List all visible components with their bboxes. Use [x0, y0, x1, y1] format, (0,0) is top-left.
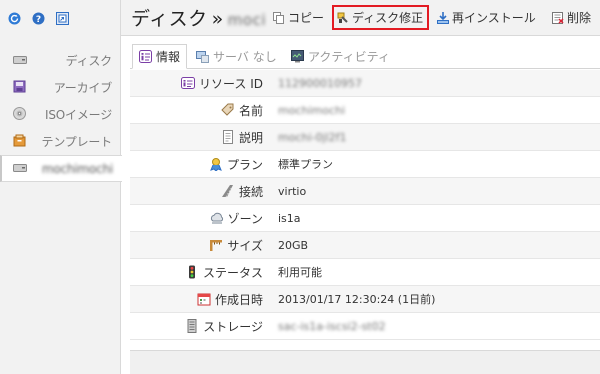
title-separator: » — [211, 8, 224, 30]
info-key: ストレージ — [130, 318, 263, 335]
sidebar-item-label: ISOイメージ — [45, 108, 112, 122]
sidebar-item-label: アーカイブ — [53, 81, 112, 95]
info-row-name: 名前 mochimochi — [130, 97, 600, 124]
server-icon — [196, 50, 209, 63]
delete-button[interactable]: 削除 — [552, 9, 591, 26]
copy-button[interactable]: コピー — [273, 9, 324, 26]
window-icon[interactable] — [56, 11, 69, 25]
sidebar-item-archive[interactable]: アーカイブ — [0, 74, 121, 101]
document-icon — [221, 130, 235, 144]
sidebar-item-label: テンプレート — [41, 135, 113, 149]
sidebar-item-mochimochi[interactable]: mochimochi — [0, 155, 122, 182]
tab-activity[interactable]: アクティビティ — [285, 45, 396, 68]
connection-icon — [221, 184, 235, 198]
info-value: 112900010957 — [278, 76, 362, 90]
info-key: サイズ — [130, 237, 263, 254]
info-value: mochimochi — [278, 103, 346, 117]
info-key: 説明 — [130, 129, 263, 146]
sidebar-item-disk[interactable]: ディスク — [0, 47, 121, 74]
info-value: is1a — [278, 211, 301, 225]
svg-text:?: ? — [36, 15, 41, 25]
info-row-description: 説明 mochi-0jl2f1 — [130, 124, 600, 151]
info-key: 接続 — [130, 183, 263, 200]
tab-label: アクティビティ — [308, 50, 390, 64]
info-key: ステータス — [130, 264, 263, 281]
sidebar-item-label: mochimochi — [41, 161, 113, 176]
info-row-plan: プラン 標準プラン — [130, 151, 600, 178]
title-text: ディスク — [131, 8, 208, 30]
info-key: 作成日時 — [130, 291, 263, 308]
info-icon — [139, 50, 152, 63]
info-row-storage: ストレージ sac-is1a-iscsi2-st02 — [130, 313, 600, 340]
delete-icon — [552, 11, 564, 24]
info-row-status: ステータス 利用可能 — [130, 259, 600, 286]
status-icon — [185, 265, 199, 279]
info-key: ゾーン — [130, 210, 263, 227]
disk-icon — [13, 162, 27, 176]
info-row-zone: ゾーン is1a — [130, 205, 600, 232]
calendar-icon — [197, 292, 211, 306]
sidebar-item-label: ディスク — [65, 54, 113, 68]
delete-label: 削除 — [567, 11, 592, 25]
wrench-icon — [337, 12, 349, 24]
tab-info[interactable]: 情報 — [132, 44, 188, 69]
refresh-icon[interactable] — [8, 12, 21, 25]
tab-bar: 情報 サーバ なし アクティビティ — [130, 44, 600, 69]
copy-label: コピー — [288, 11, 325, 25]
tab-server[interactable]: サーバ なし — [190, 45, 283, 68]
sidebar-item-template[interactable]: テンプレート — [0, 128, 121, 155]
info-key: プラン — [130, 156, 263, 173]
sidebar: ? ディスク アーカイブ ISOイメージ テンプレート mochimochi — [0, 0, 122, 374]
info-row-resource-id: リソース ID 112900010957 — [130, 70, 600, 97]
fix-disk-button[interactable]: ディスク修正 — [332, 5, 430, 30]
info-key: 名前 — [130, 102, 263, 119]
tag-icon — [221, 103, 235, 117]
zone-icon — [210, 211, 224, 225]
reinstall-button[interactable]: 再インストール — [437, 9, 536, 26]
info-value: mochi-0jl2f1 — [278, 130, 347, 144]
info-key: リソース ID — [130, 75, 263, 92]
reinstall-label: 再インストール — [452, 11, 536, 25]
storage-icon — [185, 319, 199, 333]
page-title: ディスク» moci — [131, 4, 266, 31]
info-row-created: 作成日時 2013/01/17 12:30:24 (1日前) — [130, 286, 600, 313]
info-value: 2013/01/17 12:30:24 (1日前) — [278, 293, 436, 306]
help-icon[interactable]: ? — [32, 12, 45, 25]
fix-disk-label: ディスク修正 — [352, 11, 424, 25]
info-value: 利用可能 — [278, 266, 322, 279]
tab-label: 情報 — [156, 50, 181, 64]
plan-icon — [209, 157, 223, 172]
size-icon — [209, 238, 223, 252]
footer-bar — [130, 350, 600, 374]
tab-label: サーバ なし — [213, 50, 277, 64]
copy-icon — [273, 11, 285, 24]
activity-icon — [291, 50, 304, 63]
info-value: sac-is1a-iscsi2-st02 — [278, 319, 386, 333]
info-row-connection: 接続 virtio — [130, 178, 600, 205]
archive-icon — [13, 80, 26, 96]
disk-name: moci — [227, 11, 267, 29]
info-value: virtio — [278, 184, 307, 198]
sidebar-item-iso[interactable]: ISOイメージ — [0, 101, 121, 128]
disk-icon — [13, 54, 27, 68]
info-value: 標準プラン — [278, 158, 333, 171]
info-table: リソース ID 112900010957 名前 mochimochi 説明 mo… — [130, 70, 600, 340]
template-icon — [13, 134, 26, 150]
download-icon — [437, 11, 449, 24]
info-row-size: サイズ 20GB — [130, 232, 600, 259]
cd-icon — [13, 106, 26, 123]
info-value: 20GB — [278, 238, 309, 252]
info-icon — [181, 76, 195, 90]
sidebar-toolbar: ? — [0, 0, 120, 36]
header: ディスク» moci コピー ディスク修正 再インストール 削除 — [121, 0, 600, 36]
sidebar-nav: ディスク アーカイブ ISOイメージ テンプレート mochimochi — [0, 47, 122, 182]
